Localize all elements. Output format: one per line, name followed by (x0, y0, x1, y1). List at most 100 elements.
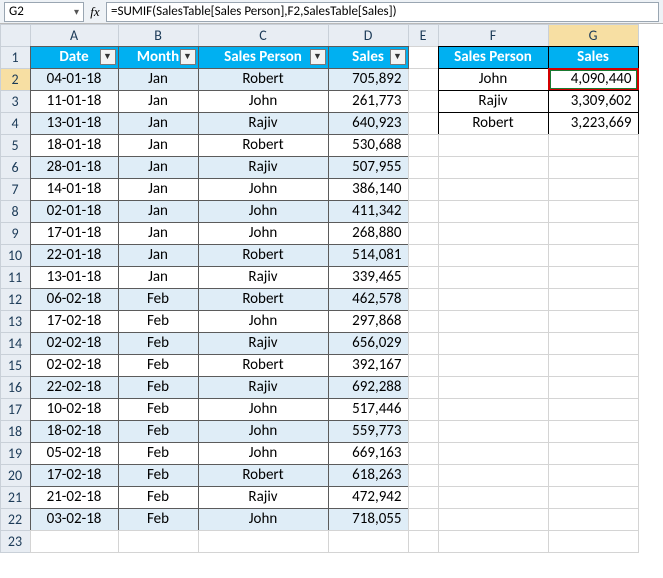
empty-cell[interactable] (408, 332, 439, 355)
empty-cell[interactable] (548, 486, 639, 509)
empty-cell[interactable] (548, 200, 639, 223)
empty-cell[interactable] (548, 134, 639, 157)
cell-person[interactable]: Rajiv (198, 266, 329, 289)
column-header[interactable]: B (118, 24, 199, 47)
empty-cell[interactable] (548, 508, 639, 531)
cell-sales[interactable]: 618,263 (328, 464, 409, 487)
empty-cell[interactable] (548, 178, 639, 201)
cell-person[interactable]: Rajiv (198, 376, 329, 399)
cell-date[interactable]: 11-01-18 (30, 90, 119, 113)
column-header[interactable]: E (408, 24, 439, 47)
empty-cell[interactable] (408, 90, 439, 113)
cell-sales[interactable]: 386,140 (328, 178, 409, 201)
empty-cell[interactable] (328, 530, 409, 553)
cell-sales[interactable]: 517,446 (328, 398, 409, 421)
cell-month[interactable]: Feb (118, 420, 199, 443)
empty-cell[interactable] (30, 530, 119, 553)
cell-sales[interactable]: 392,167 (328, 354, 409, 377)
row-header[interactable]: 16 (0, 376, 31, 399)
cell-person[interactable]: Robert (198, 68, 329, 91)
cell-person[interactable]: John (198, 420, 329, 443)
empty-cell[interactable] (408, 508, 439, 531)
cell-sales[interactable]: 669,163 (328, 442, 409, 465)
table-header[interactable]: Month▼ (118, 46, 199, 69)
cell-month[interactable]: Jan (118, 156, 199, 179)
row-header[interactable]: 21 (0, 486, 31, 509)
cell-sales[interactable]: 640,923 (328, 112, 409, 135)
empty-cell[interactable] (408, 288, 439, 311)
cell-month[interactable]: Feb (118, 464, 199, 487)
table-header[interactable]: Sales▼ (328, 46, 409, 69)
empty-cell[interactable] (438, 200, 549, 223)
cell-date[interactable]: 14-01-18 (30, 178, 119, 201)
empty-cell[interactable] (408, 134, 439, 157)
row-header[interactable]: 15 (0, 354, 31, 377)
empty-cell[interactable] (438, 310, 549, 333)
empty-cell[interactable] (548, 376, 639, 399)
cell-person[interactable]: Robert (198, 244, 329, 267)
cell-date[interactable]: 17-01-18 (30, 222, 119, 245)
cell-sales[interactable]: 339,465 (328, 266, 409, 289)
empty-cell[interactable] (438, 486, 549, 509)
empty-cell[interactable] (408, 442, 439, 465)
row-header[interactable]: 2 (0, 68, 31, 91)
empty-cell[interactable] (548, 266, 639, 289)
summary-sales[interactable]: 3,223,669 (548, 112, 639, 135)
empty-cell[interactable] (548, 442, 639, 465)
row-header[interactable]: 18 (0, 420, 31, 443)
empty-cell[interactable] (438, 398, 549, 421)
empty-cell[interactable] (438, 178, 549, 201)
cell-person[interactable]: John (198, 222, 329, 245)
cell-person[interactable]: John (198, 398, 329, 421)
cell-month[interactable]: Jan (118, 222, 199, 245)
cell-date[interactable]: 17-02-18 (30, 310, 119, 333)
empty-cell[interactable] (408, 486, 439, 509)
cell-month[interactable]: Feb (118, 442, 199, 465)
cell-person[interactable]: Robert (198, 288, 329, 311)
table-header[interactable]: Sales Person▼ (198, 46, 329, 69)
cell-date[interactable]: 28-01-18 (30, 156, 119, 179)
cell-sales[interactable]: 507,955 (328, 156, 409, 179)
cell-person[interactable]: John (198, 90, 329, 113)
row-header[interactable]: 9 (0, 222, 31, 245)
empty-cell[interactable] (408, 530, 439, 553)
empty-cell[interactable] (438, 332, 549, 355)
filter-dropdown-icon[interactable]: ▼ (180, 49, 196, 65)
empty-cell[interactable] (438, 354, 549, 377)
table-header[interactable]: Date▼ (30, 46, 119, 69)
filter-dropdown-icon[interactable]: ▼ (390, 49, 406, 65)
empty-cell[interactable] (548, 398, 639, 421)
cell-sales[interactable]: 297,868 (328, 310, 409, 333)
empty-cell[interactable] (408, 310, 439, 333)
cell-sales[interactable]: 462,578 (328, 288, 409, 311)
cell-sales[interactable]: 705,892 (328, 68, 409, 91)
cell-person[interactable]: Robert (198, 464, 329, 487)
row-header[interactable]: 19 (0, 442, 31, 465)
row-header[interactable]: 14 (0, 332, 31, 355)
empty-cell[interactable] (438, 156, 549, 179)
cell-date[interactable]: 04-01-18 (30, 68, 119, 91)
cell-month[interactable]: Jan (118, 134, 199, 157)
cell-month[interactable]: Feb (118, 398, 199, 421)
name-box[interactable]: G2 ▾ (4, 2, 84, 22)
empty-cell[interactable] (548, 332, 639, 355)
cell-month[interactable]: Jan (118, 112, 199, 135)
summary-person[interactable]: John (438, 68, 549, 91)
cell-date[interactable]: 18-01-18 (30, 134, 119, 157)
filter-dropdown-icon[interactable]: ▼ (100, 49, 116, 65)
cell-sales[interactable]: 718,055 (328, 508, 409, 531)
cell-date[interactable]: 13-01-18 (30, 112, 119, 135)
row-header[interactable]: 23 (0, 530, 31, 553)
empty-cell[interactable] (408, 398, 439, 421)
column-header[interactable]: A (30, 24, 119, 47)
cell-sales[interactable]: 692,288 (328, 376, 409, 399)
cell-month[interactable]: Jan (118, 178, 199, 201)
empty-cell[interactable] (548, 420, 639, 443)
empty-cell[interactable] (408, 420, 439, 443)
empty-cell[interactable] (438, 266, 549, 289)
column-header[interactable]: F (438, 24, 549, 47)
row-header[interactable]: 6 (0, 156, 31, 179)
cell-person[interactable]: Robert (198, 134, 329, 157)
empty-cell[interactable] (438, 134, 549, 157)
empty-cell[interactable] (438, 508, 549, 531)
